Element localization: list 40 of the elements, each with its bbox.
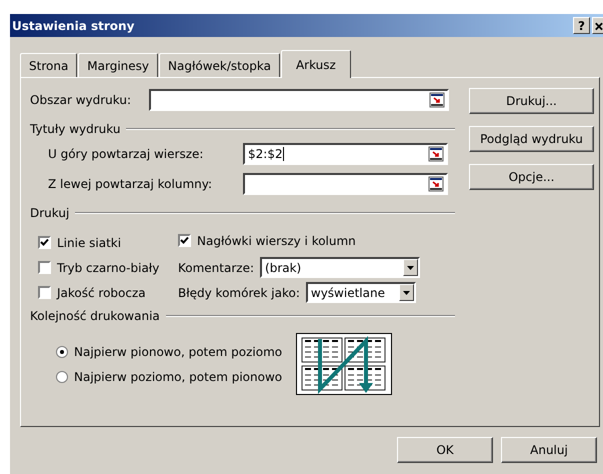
footer-button[interactable]: OK xyxy=(397,437,493,463)
collapse-dialog-icon[interactable] xyxy=(429,92,445,108)
field-label: Komentarze: xyxy=(178,260,254,274)
checkbox-label[interactable]: Nagłówki wierszy i kolumn xyxy=(197,234,356,248)
input-field[interactable]: $2:$2 xyxy=(243,143,448,165)
field-label: Błędy komórek jako: xyxy=(178,286,300,300)
checkbox[interactable] xyxy=(178,234,191,247)
cell-errors-dropdown[interactable]: wyświetlane xyxy=(306,282,416,303)
checkbox-label[interactable]: Linie siatki xyxy=(57,236,122,250)
comments-dropdown[interactable]: (brak) xyxy=(260,257,420,278)
radio-label[interactable]: Najpierw pionowo, potem poziomo xyxy=(74,344,282,358)
side-button[interactable]: Opcje... xyxy=(469,164,594,190)
field-label: Obszar wydruku: xyxy=(30,93,132,107)
checkbox[interactable] xyxy=(38,261,51,274)
input-field[interactable] xyxy=(149,89,449,111)
tab[interactable]: Nagłówek/stopka xyxy=(159,53,280,77)
side-button[interactable]: Drukuj... xyxy=(469,88,594,114)
radio-label[interactable]: Najpierw poziomo, potem pionowo xyxy=(74,370,282,384)
group-heading: Tytuły wydruku xyxy=(30,122,120,136)
group-heading: Drukuj xyxy=(30,206,70,220)
collapse-dialog-icon[interactable] xyxy=(428,146,444,162)
field-label: Z lewej powtarzaj kolumny: xyxy=(48,177,214,191)
close-button[interactable] xyxy=(592,17,603,34)
collapse-dialog-icon[interactable] xyxy=(428,176,444,192)
input-field[interactable] xyxy=(243,173,448,195)
checkbox[interactable] xyxy=(38,236,51,249)
group-heading: Kolejność drukowania xyxy=(30,309,160,323)
tab[interactable]: Marginesy xyxy=(78,53,158,77)
checkbox-label[interactable]: Jakość robocza xyxy=(57,286,146,300)
tab[interactable]: Arkusz xyxy=(280,50,351,78)
window-title: Ustawienia strony xyxy=(12,18,136,32)
field-label: U góry powtarzaj wiersze: xyxy=(48,147,204,161)
checkbox[interactable] xyxy=(38,286,51,299)
help-button[interactable]: ? xyxy=(573,17,590,34)
footer-button[interactable]: Anuluj xyxy=(501,437,597,463)
side-button[interactable]: Podgląd wydruku xyxy=(469,126,594,152)
tab[interactable]: Strona xyxy=(20,53,78,77)
radio-button[interactable] xyxy=(56,346,68,358)
radio-button[interactable] xyxy=(56,370,68,382)
checkbox-label[interactable]: Tryb czarno-biały xyxy=(57,260,160,274)
